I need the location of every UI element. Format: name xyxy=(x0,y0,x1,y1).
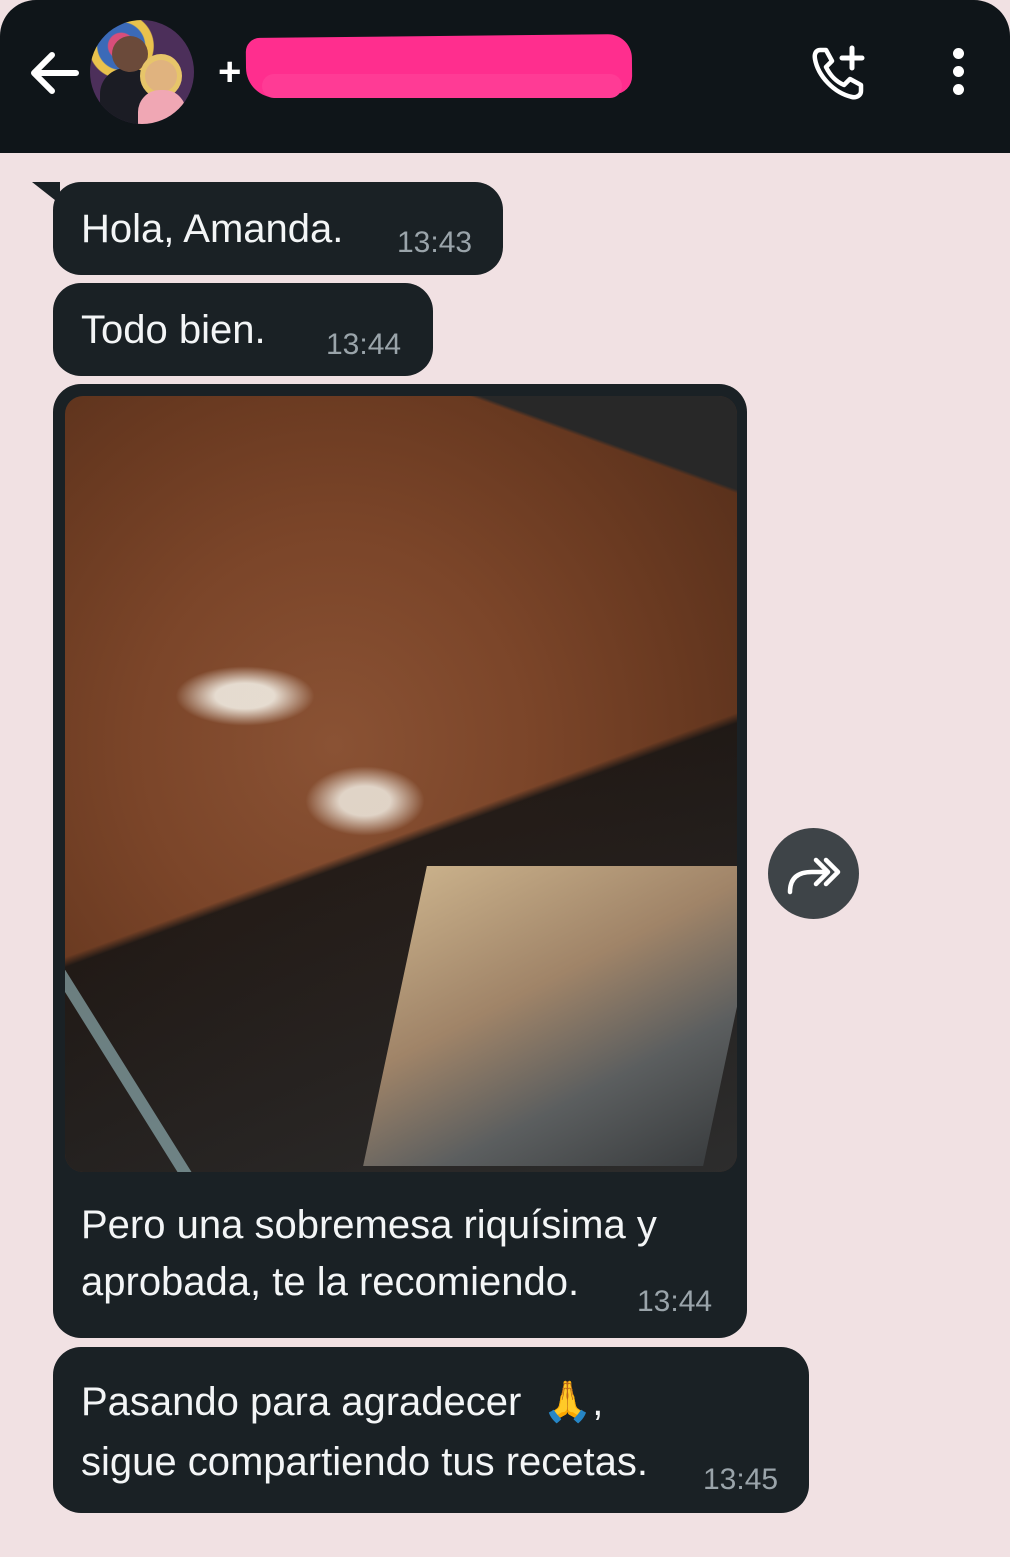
message-text: Hola, Amanda. xyxy=(81,207,344,251)
forward-button[interactable] xyxy=(768,828,859,919)
message-bubble[interactable]: Todo bien. 13:44 xyxy=(53,283,433,376)
message-time: 13:45 xyxy=(703,1463,779,1496)
image-caption: Pero una sobremesa riquísima y xyxy=(81,1203,657,1247)
message-text: Pasando para agradecer 🙏, xyxy=(81,1379,604,1425)
praying-hands-emoji: 🙏 xyxy=(542,1379,593,1425)
image-message-bubble[interactable]: Pero una sobremesa riquísima y aprobada,… xyxy=(53,384,747,1338)
dessert-photo[interactable] xyxy=(65,396,737,1172)
arrow-left-icon[interactable] xyxy=(28,48,80,98)
phone-plus-icon[interactable] xyxy=(808,42,870,104)
message-text: sigue compartiendo tus recetas. xyxy=(81,1440,648,1484)
image-caption: aprobada, te la recomiendo. xyxy=(81,1260,580,1304)
redaction-mark xyxy=(262,74,622,98)
chat-header: + xyxy=(0,0,1010,153)
message-time: 13:44 xyxy=(326,328,402,361)
message-time: 13:44 xyxy=(637,1285,713,1318)
contact-name[interactable]: + xyxy=(218,50,242,95)
message-bubble[interactable]: Pasando para agradecer 🙏, sigue comparti… xyxy=(53,1347,809,1513)
message-text: Todo bien. xyxy=(81,308,266,352)
message-bubble[interactable]: Hola, Amanda. 13:43 xyxy=(53,182,503,275)
more-vertical-icon[interactable] xyxy=(946,48,970,100)
message-time: 13:43 xyxy=(397,226,473,259)
avatar[interactable] xyxy=(90,20,194,124)
forward-icon xyxy=(787,857,841,895)
